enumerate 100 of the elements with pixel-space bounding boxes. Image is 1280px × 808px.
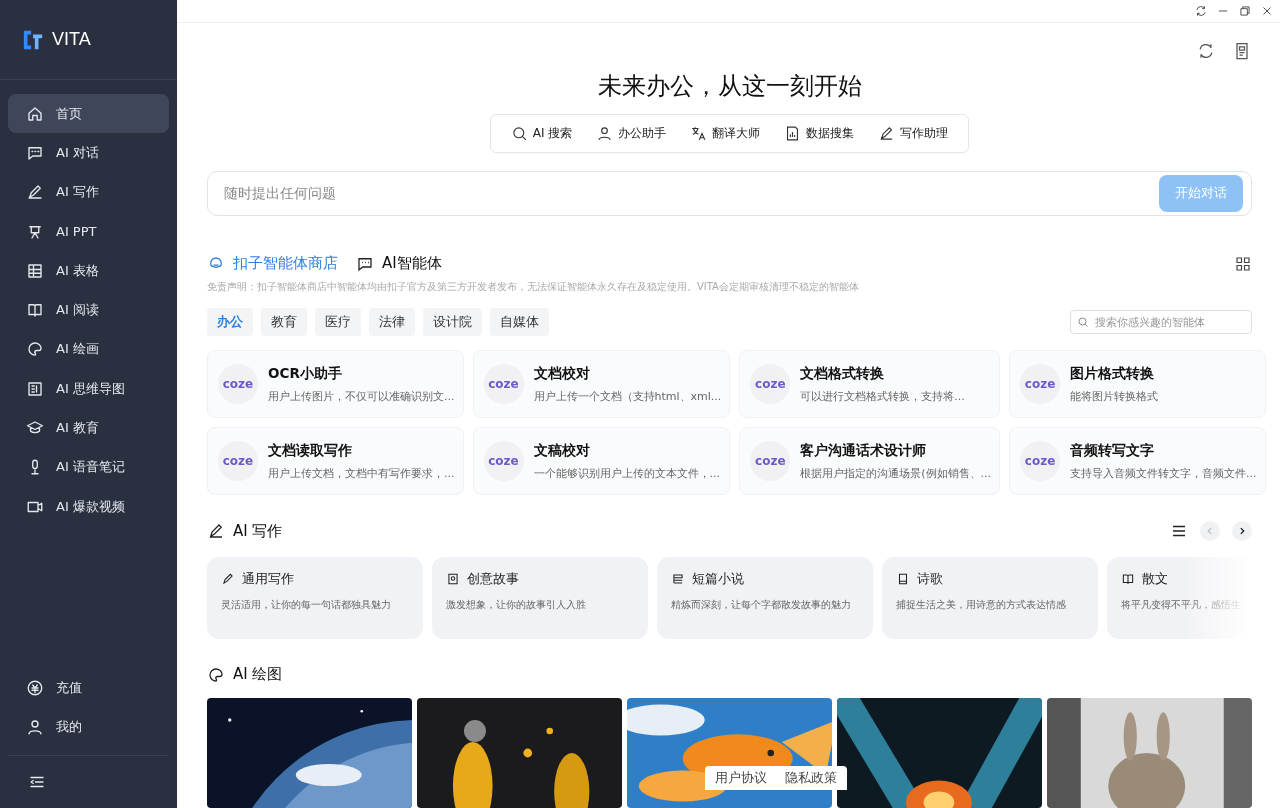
nav-icon bbox=[26, 261, 44, 280]
palette-icon bbox=[207, 665, 225, 684]
nav-item[interactable]: AI 语音笔记 bbox=[8, 447, 169, 487]
nav-item[interactable]: AI PPT bbox=[8, 211, 169, 252]
writing-card[interactable]: 通用写作 灵活适用，让你的每一句话都独具魅力 bbox=[207, 557, 423, 639]
agent-card[interactable]: coze 图片格式转换 能将图片转换格式 bbox=[1009, 350, 1266, 418]
agent-description: 能将图片转换格式 bbox=[1070, 388, 1159, 404]
agent-logo: coze bbox=[1020, 364, 1061, 404]
agent-description: 用户上传一个文档（支持html、xml... bbox=[533, 388, 722, 404]
agent-title: 文档格式转换 bbox=[800, 364, 886, 383]
agent-title: 文档读取写作 bbox=[268, 441, 353, 460]
nav-icon bbox=[26, 679, 44, 698]
agent-description: 支持导入音频文件转文字，音频文件... bbox=[1070, 465, 1257, 481]
nav-item[interactable]: AI 对话 bbox=[8, 133, 169, 173]
agent-logo: coze bbox=[483, 441, 524, 481]
tool-button[interactable]: 数据搜集 bbox=[774, 120, 865, 146]
agent-card[interactable]: coze 客户沟通话术设计师 根据用户指定的沟通场景(例如销售、... bbox=[739, 427, 1001, 495]
category-tab[interactable]: 医疗 bbox=[315, 308, 361, 336]
section-tab[interactable]: 扣子智能体商店 bbox=[207, 254, 338, 273]
writing-icon bbox=[671, 572, 685, 586]
app-name: VITA bbox=[52, 29, 91, 50]
writing-title: 创意故事 bbox=[467, 570, 519, 588]
nav-item[interactable]: AI 教育 bbox=[8, 408, 169, 448]
writing-card[interactable]: 诗歌 捕捉生活之美，用诗意的方式表达情感 bbox=[882, 557, 1098, 639]
writing-icon bbox=[221, 572, 235, 586]
tool-icon bbox=[690, 124, 708, 142]
category-tab[interactable]: 办公 bbox=[207, 308, 253, 336]
writing-description: 精炼而深刻，让每个字都散发故事的魅力 bbox=[671, 598, 852, 612]
agent-search-field[interactable]: 搜索你感兴趣的智能体 bbox=[1070, 310, 1252, 334]
nav-item[interactable]: AI 绘画 bbox=[8, 329, 169, 370]
tool-button[interactable]: 翻译大师 bbox=[680, 120, 771, 146]
writing-description: 灵活适用，让你的每一句话都独具魅力 bbox=[221, 598, 392, 612]
tool-button[interactable]: 办公助手 bbox=[586, 120, 677, 146]
nav-item[interactable]: 首页 bbox=[8, 94, 169, 134]
agent-card[interactable]: coze 音频转写文字 支持导入音频文件转文字，音频文件... bbox=[1009, 427, 1266, 495]
nav-item[interactable]: 充值 bbox=[8, 668, 169, 708]
category-tab[interactable]: 自媒体 bbox=[490, 308, 549, 336]
agent-description: 一个能够识别用户上传的文本文件，... bbox=[533, 465, 720, 481]
section-title: AI 绘图 bbox=[233, 665, 283, 684]
search-icon bbox=[1077, 316, 1089, 328]
agent-description: 用户上传文档，文档中有写作要求，... bbox=[268, 465, 455, 481]
writing-description: 激发想象，让你的故事引人入胜 bbox=[446, 598, 587, 612]
nav-icon bbox=[26, 183, 44, 202]
nav-icon bbox=[26, 301, 44, 320]
grid-icon[interactable] bbox=[1234, 254, 1252, 273]
agent-title: 文稿校对 bbox=[533, 441, 591, 460]
agent-card[interactable]: coze 文稿校对 一个能够识别用户上传的文本文件，... bbox=[472, 427, 731, 495]
refresh-icon[interactable] bbox=[1194, 4, 1208, 18]
footer-link[interactable]: 用户协议 bbox=[715, 769, 767, 787]
writing-title: 通用写作 bbox=[242, 570, 294, 588]
next-button[interactable] bbox=[1232, 521, 1252, 541]
footer-link[interactable]: 隐私政策 bbox=[785, 769, 837, 787]
agent-logo: coze bbox=[483, 364, 524, 404]
agent-logo: coze bbox=[1020, 441, 1061, 481]
restore-icon[interactable] bbox=[1238, 4, 1252, 18]
writing-icon bbox=[896, 572, 910, 586]
writing-title: 散文 bbox=[1142, 570, 1168, 588]
agent-card[interactable]: coze 文档校对 用户上传一个文档（支持html、xml... bbox=[472, 350, 731, 418]
writing-card[interactable]: 创意故事 激发想象，让你的故事引人入胜 bbox=[432, 557, 648, 639]
section-title: AI 写作 bbox=[233, 521, 283, 541]
nav-icon bbox=[26, 718, 44, 737]
writing-icon bbox=[1121, 572, 1135, 586]
logo-icon bbox=[22, 28, 44, 51]
tool-icon bbox=[510, 124, 528, 142]
agent-description: 用户上传图片，不仅可以准确识别文... bbox=[268, 388, 455, 404]
agent-card[interactable]: coze 文档读取写作 用户上传文档，文档中有写作要求，... bbox=[207, 427, 464, 495]
category-tab[interactable]: 教育 bbox=[261, 308, 307, 336]
nav-item[interactable]: AI 写作 bbox=[8, 172, 169, 212]
nav-item[interactable]: AI 爆款视频 bbox=[8, 486, 169, 527]
writing-icon bbox=[446, 572, 460, 586]
agent-logo: coze bbox=[750, 364, 791, 404]
tool-button[interactable]: 写作助理 bbox=[868, 120, 959, 146]
agent-card[interactable]: coze OCR小助手 用户上传图片，不仅可以准确识别文... bbox=[207, 350, 464, 418]
nav-item[interactable]: AI 思维导图 bbox=[8, 369, 169, 409]
agent-title: 文档校对 bbox=[533, 364, 591, 383]
agent-description: 根据用户指定的沟通场景(例如销售、... bbox=[800, 465, 992, 481]
pencil-icon bbox=[207, 522, 225, 540]
agent-logo: coze bbox=[218, 364, 258, 404]
nav-item[interactable]: AI 阅读 bbox=[8, 290, 169, 330]
agent-description: 可以进行文档格式转换，支持将... bbox=[800, 388, 965, 404]
tool-icon bbox=[596, 124, 614, 142]
agent-logo: coze bbox=[218, 441, 258, 481]
nav-item[interactable]: 我的 bbox=[8, 707, 169, 747]
writing-description: 捕捉生活之美，用诗意的方式表达情感 bbox=[896, 598, 1067, 612]
section-tab[interactable]: AI智能体 bbox=[356, 254, 442, 273]
agent-title: 图片格式转换 bbox=[1070, 364, 1156, 383]
writing-card[interactable]: 短篇小说 精炼而深刻，让每个字都散发故事的魅力 bbox=[657, 557, 873, 639]
category-tab[interactable]: 法律 bbox=[369, 308, 415, 336]
agent-title: 客户沟通话术设计师 bbox=[800, 441, 928, 460]
agent-title: OCR小助手 bbox=[268, 364, 343, 383]
agent-card[interactable]: coze 文档格式转换 可以进行文档格式转换，支持将... bbox=[739, 350, 1001, 418]
tool-button[interactable]: AI 搜索 bbox=[500, 120, 583, 146]
disclaimer: 免责声明：扣子智能体商店中智能体均由扣子官方及第三方开发者发布，无法保证智能体永久存在及稳定使用。VITA会定期审核清理不稳定的智能体 bbox=[207, 280, 860, 294]
nav-item[interactable]: AI 表格 bbox=[8, 251, 169, 291]
nav-icon bbox=[26, 340, 44, 359]
nav-icon bbox=[26, 379, 44, 398]
agent-logo: coze bbox=[750, 441, 791, 481]
hero-title: 未来办公，从这一刻开始 bbox=[596, 70, 863, 102]
agent-title: 音频转写文字 bbox=[1070, 441, 1156, 460]
category-tab[interactable]: 设计院 bbox=[423, 308, 482, 336]
